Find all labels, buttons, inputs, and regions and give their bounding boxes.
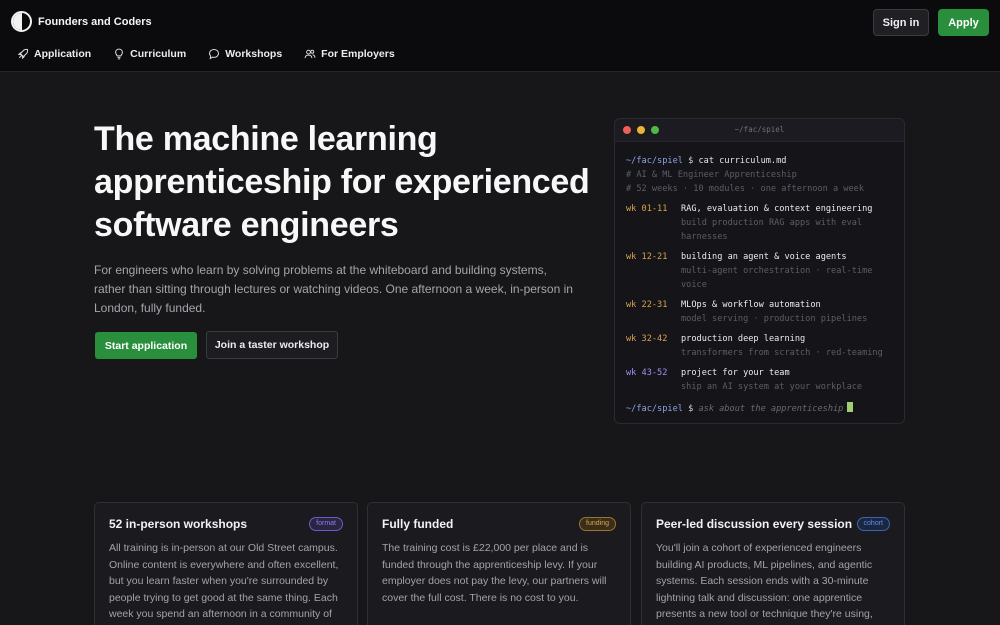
- hero-title: The machine learning apprenticeship for …: [94, 118, 594, 247]
- hero-title-line: apprenticeship for experienced: [94, 163, 590, 201]
- start-application-button[interactable]: Start application: [95, 332, 197, 359]
- card-body-line: presents a new tool or technique they're…: [656, 608, 873, 620]
- join-taster-workshop-button[interactable]: Join a taster workshop: [206, 331, 338, 359]
- terminal-dollar: $: [688, 404, 694, 414]
- card-body-line: systems. Each session ends with a 30-min…: [656, 575, 869, 587]
- curriculum-module: wk 32-42 production deep learning transf…: [626, 332, 901, 360]
- hero-subtitle-line: For engineers who learn by solving probl…: [94, 263, 547, 277]
- rocket-icon: [17, 48, 29, 60]
- terminal-comment: # AI & ML Engineer Apprenticeship: [626, 170, 797, 180]
- curriculum-module: wk 01-11 RAG, evaluation & context engin…: [626, 202, 901, 244]
- card-body-line: cover the full cost. There is no cost to…: [382, 591, 579, 604]
- terminal-ask-placeholder: ask about the apprenticeship: [698, 404, 844, 414]
- hero-subtitle-line: rather than sitting through lectures or …: [94, 282, 573, 296]
- apply-button[interactable]: Apply: [938, 9, 989, 36]
- terminal-prompt: ~/fac/spiel: [626, 404, 683, 414]
- terminal-title-bar: ~/fac/spiel: [615, 119, 904, 142]
- terminal-input-line[interactable]: ~/fac/spiel $ ask about the apprenticesh…: [626, 402, 901, 416]
- main-nav: Application Curriculum Workshops For Emp…: [17, 48, 395, 60]
- module-title: project for your team: [681, 368, 790, 378]
- terminal-dollar: $: [688, 156, 694, 166]
- chat-icon: [209, 48, 220, 60]
- module-weeks: wk 43-52: [626, 368, 668, 378]
- card-body-line: Online content is everywhere and often e…: [109, 558, 339, 571]
- hero-title-line: software engineers: [94, 206, 399, 244]
- nav-item-application[interactable]: Application: [17, 48, 91, 60]
- hero-subtitle: For engineers who learn by solving probl…: [94, 261, 574, 318]
- terminal-cursor: [847, 402, 854, 412]
- terminal-command-line: ~/fac/spiel $ cat curriculum.md: [626, 154, 901, 168]
- module-weeks: wk 32-42: [626, 334, 668, 344]
- module-title: building an agent & voice agents: [681, 252, 847, 262]
- nav-label-application: Application: [34, 48, 92, 60]
- card-body-line: The training cost is £22,000 per place a…: [382, 542, 589, 554]
- curriculum-module: wk 43-52 project for your team ship an A…: [626, 366, 901, 394]
- users-icon: [304, 49, 316, 59]
- terminal-comment: # 52 weeks · 10 modules · one afternoon …: [626, 184, 864, 194]
- feature-card-funding: Fully funded funding The training cost i…: [367, 502, 631, 625]
- feature-card-workshops: 52 in-person workshops format All traini…: [94, 502, 358, 625]
- module-weeks: wk 01-11: [626, 204, 668, 214]
- card-title: Peer-led discussion every session: [656, 517, 853, 531]
- terminal-body: ~/fac/spiel $ cat curriculum.md # AI & M…: [626, 154, 901, 416]
- module-title: MLOps & workflow automation: [681, 300, 821, 310]
- hero-subtitle-line: London, fully funded.: [94, 301, 206, 315]
- card-badge-format: format: [309, 517, 343, 531]
- card-body-line: lightning talk and discussion: one appre…: [656, 591, 863, 604]
- card-title: Fully funded: [382, 517, 454, 531]
- card-body-line: You'll join a cohort of experienced engi…: [656, 542, 862, 554]
- card-body: You'll join a cohort of experienced engi…: [656, 540, 896, 623]
- module-detail: transformers from scratch · red-teaming: [681, 348, 883, 358]
- curriculum-terminal: ~/fac/spiel ~/fac/spiel $ cat curriculum…: [614, 118, 905, 424]
- hero-title-line: The machine learning: [94, 120, 438, 158]
- nav-item-workshops[interactable]: Workshops: [208, 48, 282, 60]
- terminal-title: ~/fac/spiel: [734, 125, 785, 134]
- module-detail: model serving · production pipelines: [681, 314, 868, 324]
- card-body: All training is in-person at our Old Str…: [109, 540, 349, 623]
- module-title: RAG, evaluation & context engineering: [681, 204, 873, 214]
- card-body-line: employer does not pay the levy, our part…: [382, 575, 607, 587]
- feature-card-cohort: Peer-led discussion every session cohort…: [641, 502, 905, 625]
- nav-label-curriculum: Curriculum: [130, 48, 187, 60]
- nav-item-for-employers[interactable]: For Employers: [304, 48, 395, 60]
- module-detail: multi-agent orchestration · real-time vo…: [681, 266, 873, 290]
- module-weeks: wk 22-31: [626, 300, 668, 310]
- card-body-line: building AI products, ML pipelines, and …: [656, 558, 873, 571]
- card-badge-funding: funding: [579, 517, 616, 531]
- terminal-command: cat curriculum.md: [698, 156, 787, 166]
- curriculum-module: wk 12-21 building an agent & voice agent…: [626, 250, 901, 292]
- card-body-line: but you learn faster when you're surroun…: [109, 575, 329, 587]
- curriculum-module: wk 22-31 MLOps & workflow automation mod…: [626, 298, 901, 326]
- nav-label-workshops: Workshops: [225, 48, 283, 60]
- card-body-line: week you spend an afternoon in a communi…: [109, 608, 332, 620]
- card-title: 52 in-person workshops: [109, 517, 248, 531]
- nav-item-curriculum[interactable]: Curriculum: [113, 48, 186, 60]
- module-title: production deep learning: [681, 334, 806, 344]
- module-detail: ship an AI system at your workplace: [681, 382, 863, 392]
- sign-in-button[interactable]: Sign in: [873, 9, 929, 36]
- card-body: The training cost is £22,000 per place a…: [382, 540, 622, 606]
- module-detail: build production RAG apps with eval harn…: [681, 218, 863, 242]
- nav-label-for-employers: For Employers: [321, 48, 395, 60]
- card-badge-cohort: cohort: [856, 517, 890, 531]
- founders-and-coders-logo-icon: [11, 11, 32, 32]
- card-body-line: funded through the apprenticeship levy. …: [382, 558, 598, 571]
- card-body-line: people trying to get good at the same th…: [109, 591, 338, 604]
- lightbulb-icon: [115, 48, 124, 60]
- module-weeks: wk 12-21: [626, 252, 668, 262]
- brand-link[interactable]: Founders and Coders: [11, 11, 152, 32]
- terminal-prompt: ~/fac/spiel: [626, 156, 683, 166]
- brand-name: Founders and Coders: [38, 15, 152, 28]
- card-body-line: All training is in-person at our Old Str…: [109, 542, 338, 554]
- top-navigation-bar: Founders and Coders Sign in Apply Applic…: [0, 0, 1000, 72]
